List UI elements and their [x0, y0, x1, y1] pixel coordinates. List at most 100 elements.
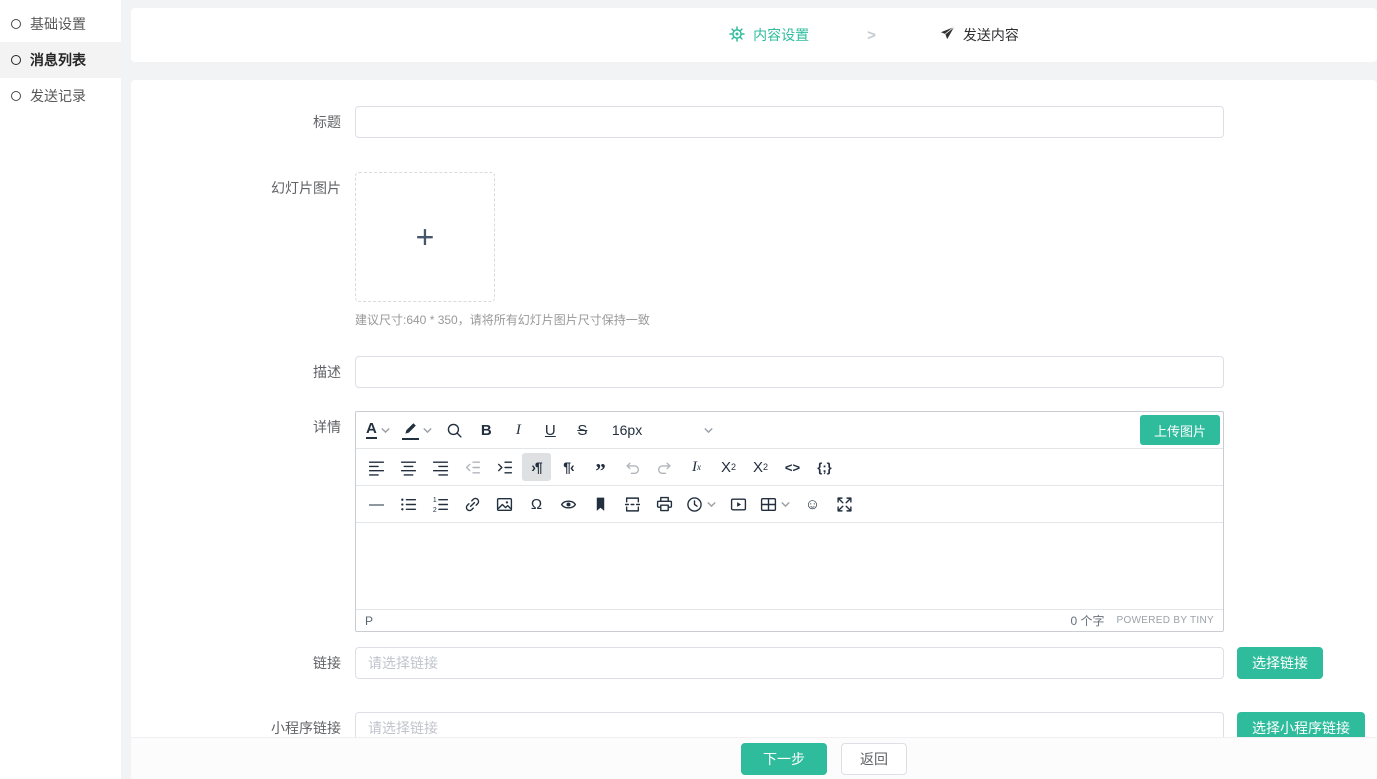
text-color-button[interactable]: A — [362, 416, 395, 444]
insert-link-button[interactable] — [458, 490, 487, 518]
rich-text-editor: A BI U S 16px 上传图片 ›¶ ¶‹ ” Ix X2 X2 <> {;} — [355, 411, 1224, 632]
next-step-button[interactable]: 下一步 — [741, 743, 827, 775]
redo-icon — [656, 459, 673, 476]
special-char-button[interactable]: Ω — [522, 490, 551, 518]
highlight-color-button[interactable] — [398, 416, 437, 444]
editor-toolbar-row-2: ›¶ ¶‹ ” Ix X2 X2 <> {;} — [356, 449, 1223, 486]
circle-icon — [11, 91, 21, 101]
insert-image-button[interactable] — [490, 490, 519, 518]
step-send-content[interactable]: 发送内容 — [940, 25, 1019, 45]
chevron-down-icon — [780, 499, 791, 510]
slide-upload-box[interactable]: + — [355, 172, 495, 302]
outdent-icon — [464, 459, 481, 476]
link-input[interactable] — [355, 647, 1224, 679]
fullscreen-button[interactable] — [830, 490, 859, 518]
list-ol-icon: 12 — [432, 496, 449, 513]
tiny-branding[interactable]: POWERED BY TINY — [1117, 615, 1214, 626]
superscript-button[interactable]: X2 — [746, 453, 775, 481]
align-right-icon — [432, 459, 449, 476]
circle-icon — [11, 19, 21, 29]
italic-icon: I — [516, 423, 521, 438]
svg-text:2: 2 — [433, 506, 437, 512]
step-label: 内容设置 — [753, 25, 809, 45]
indent-icon — [496, 459, 513, 476]
bullet-list-button[interactable] — [394, 490, 423, 518]
rtl-button[interactable]: ¶‹ — [554, 453, 583, 481]
emoticons-icon: ☺ — [805, 497, 820, 512]
search-replace-button[interactable] — [440, 416, 469, 444]
ltr-button[interactable]: ›¶ — [522, 453, 551, 481]
anchor-button[interactable] — [586, 490, 615, 518]
preview-button[interactable] — [554, 490, 583, 518]
steps-bar: 内容设置 > 发送内容 — [131, 8, 1377, 62]
print-button[interactable] — [650, 490, 679, 518]
align-center-button[interactable] — [394, 453, 423, 481]
back-button[interactable]: 返回 — [841, 743, 907, 775]
step-content-settings[interactable]: 内容设置 — [729, 25, 809, 45]
clear-format-icon: Ix — [692, 460, 701, 475]
horizontal-rule-button[interactable]: — — [362, 490, 391, 518]
description-input[interactable] — [355, 356, 1224, 388]
editor-status-bar: P 0 个字 POWERED BY TINY — [356, 610, 1223, 631]
bold-button[interactable]: B — [472, 416, 501, 444]
miniprogram-link-row: 小程序链接 选择小程序链接 — [131, 712, 1377, 737]
rtl-icon: ¶‹ — [563, 460, 573, 474]
strikethrough-icon: S — [577, 423, 587, 438]
sidebar-item-link[interactable]: 发送记录 — [0, 78, 121, 114]
miniprogram-link-input[interactable] — [355, 712, 1224, 737]
sidebar-item-label: 基础设置 — [30, 14, 86, 34]
slides-label: 幻灯片图片 — [131, 172, 355, 328]
link-icon — [464, 496, 481, 513]
list-ul-icon — [400, 496, 417, 513]
indent-button[interactable] — [490, 453, 519, 481]
superscript-icon: X2 — [753, 460, 768, 475]
search-icon — [446, 422, 463, 439]
media-button[interactable] — [724, 490, 753, 518]
page-break-button[interactable] — [618, 490, 647, 518]
select-link-button[interactable]: 选择链接 — [1237, 647, 1323, 679]
editor-upload-image-button[interactable]: 上传图片 — [1140, 415, 1220, 445]
code-sample-icon: {;} — [817, 461, 831, 474]
sidebar-item-active[interactable]: 消息列表 — [0, 42, 121, 78]
underline-icon: U — [545, 423, 556, 438]
title-input[interactable] — [355, 106, 1224, 138]
fullscreen-icon — [836, 496, 853, 513]
datetime-button[interactable] — [682, 490, 721, 518]
bookmark-icon — [592, 496, 609, 513]
undo-icon — [624, 459, 641, 476]
print-icon — [656, 496, 673, 513]
code-button[interactable]: <> — [778, 453, 807, 481]
editor-content-area[interactable] — [356, 523, 1223, 610]
blockquote-button[interactable]: ” — [586, 453, 615, 481]
numbered-list-button[interactable]: 12 — [426, 490, 455, 518]
plus-icon: + — [416, 221, 435, 253]
emoticons-button[interactable]: ☺ — [798, 490, 827, 518]
table-button[interactable] — [756, 490, 795, 518]
italic-button[interactable]: I — [504, 416, 533, 444]
description-label: 描述 — [131, 356, 355, 388]
paper-plane-icon — [940, 26, 955, 44]
sidebar: 基础设置消息列表发送记录 — [0, 0, 121, 779]
steps-inner: 内容设置 > 发送内容 — [729, 25, 1019, 45]
sidebar-item-link[interactable]: 基础设置 — [0, 6, 121, 42]
link-label: 链接 — [131, 647, 355, 679]
underline-button[interactable]: U — [536, 416, 565, 444]
select-miniprogram-link-button[interactable]: 选择小程序链接 — [1237, 712, 1365, 737]
strikethrough-button[interactable]: S — [568, 416, 597, 444]
align-left-button[interactable] — [362, 453, 391, 481]
editor-toolbar-row-3: — 12 Ω ☺ — [356, 486, 1223, 523]
code-sample-button[interactable]: {;} — [810, 453, 839, 481]
description-row: 描述 — [131, 356, 1377, 388]
text-color-icon: A — [366, 421, 377, 439]
detail-row: 详情 ABIUS 16px 上传图片 ›¶¶‹”IxX2 — [131, 411, 1377, 632]
subscript-icon: X2 — [721, 460, 736, 475]
table-icon — [760, 496, 777, 513]
undo-button — [618, 453, 647, 481]
clear-format-button[interactable]: Ix — [682, 453, 711, 481]
pagebreak-icon — [624, 496, 641, 513]
title-row: 标题 — [131, 106, 1377, 138]
subscript-button[interactable]: X2 — [714, 453, 743, 481]
align-right-button[interactable] — [426, 453, 455, 481]
font-size-select[interactable]: 16px — [604, 416, 722, 444]
gear-icon — [729, 26, 745, 45]
